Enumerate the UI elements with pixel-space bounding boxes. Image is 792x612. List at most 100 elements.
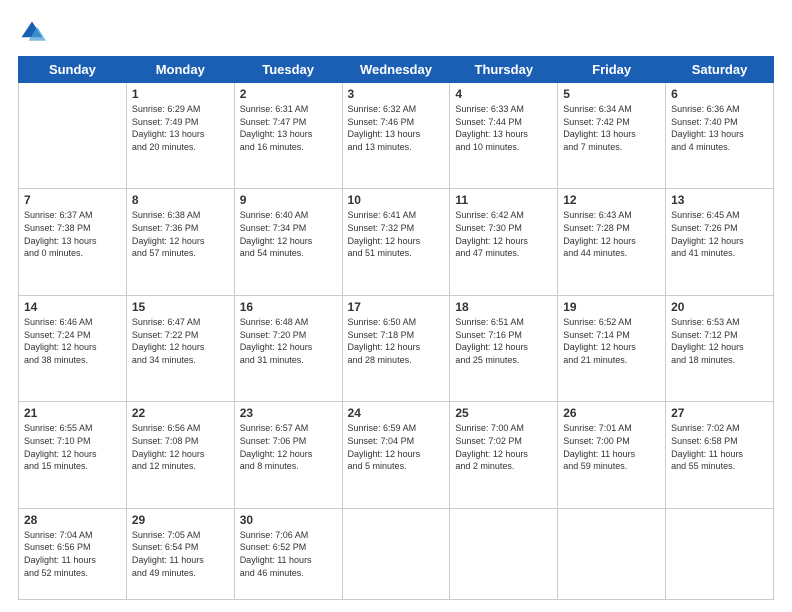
day-info: Sunrise: 6:29 AM Sunset: 7:49 PM Dayligh… bbox=[132, 103, 229, 153]
day-info: Sunrise: 6:41 AM Sunset: 7:32 PM Dayligh… bbox=[348, 209, 445, 259]
day-number: 8 bbox=[132, 193, 229, 207]
week-row-1: 1Sunrise: 6:29 AM Sunset: 7:49 PM Daylig… bbox=[19, 83, 774, 189]
day-info: Sunrise: 6:33 AM Sunset: 7:44 PM Dayligh… bbox=[455, 103, 552, 153]
logo-icon bbox=[18, 18, 46, 46]
weekday-header-tuesday: Tuesday bbox=[234, 57, 342, 83]
calendar-cell: 9 Sunrise: 6:40 AM Sunset: 7:34 PM Daylig… bbox=[234, 189, 342, 295]
weekday-header-friday: Friday bbox=[558, 57, 666, 83]
day-number: 15 bbox=[132, 300, 229, 314]
day-number: 17 bbox=[348, 300, 445, 314]
day-number: 16 bbox=[240, 300, 337, 314]
day-number: 20 bbox=[671, 300, 768, 314]
calendar-cell bbox=[342, 508, 450, 599]
week-row-3: 14 Sunrise: 6:46 AM Sunset: 7:24 PM Dayli… bbox=[19, 295, 774, 401]
day-info: Sunrise: 6:59 AM Sunset: 7:04 PM Dayligh… bbox=[348, 422, 445, 472]
day-number: 13 bbox=[671, 193, 768, 207]
day-number: 9 bbox=[240, 193, 337, 207]
day-info: Sunrise: 7:04 AM Sunset: 6:56 PM Dayligh… bbox=[24, 529, 121, 579]
day-number: 12 bbox=[563, 193, 660, 207]
day-info: Sunrise: 6:43 AM Sunset: 7:28 PM Dayligh… bbox=[563, 209, 660, 259]
weekday-header-row: SundayMondayTuesdayWednesdayThursdayFrid… bbox=[19, 57, 774, 83]
day-number: 5 bbox=[563, 87, 660, 101]
calendar-cell: 13 Sunrise: 6:45 AM Sunset: 7:26 PM Dayli… bbox=[666, 189, 774, 295]
day-number: 21 bbox=[24, 406, 121, 420]
weekday-header-thursday: Thursday bbox=[450, 57, 558, 83]
calendar-cell: 18Sunrise: 6:51 AM Sunset: 7:16 PM Dayli… bbox=[450, 295, 558, 401]
weekday-header-saturday: Saturday bbox=[666, 57, 774, 83]
calendar-cell: 25 Sunrise: 7:00 AM Sunset: 7:02 PM Dayli… bbox=[450, 402, 558, 508]
calendar-cell: 21Sunrise: 6:55 AM Sunset: 7:10 PM Dayli… bbox=[19, 402, 127, 508]
day-info: Sunrise: 6:50 AM Sunset: 7:18 PM Dayligh… bbox=[348, 316, 445, 366]
week-row-4: 21Sunrise: 6:55 AM Sunset: 7:10 PM Dayli… bbox=[19, 402, 774, 508]
day-number: 29 bbox=[132, 513, 229, 527]
calendar-cell: 1Sunrise: 6:29 AM Sunset: 7:49 PM Daylig… bbox=[126, 83, 234, 189]
calendar-cell: 29Sunrise: 7:05 AM Sunset: 6:54 PM Dayli… bbox=[126, 508, 234, 599]
day-number: 25 bbox=[455, 406, 552, 420]
day-info: Sunrise: 7:02 AM Sunset: 6:58 PM Dayligh… bbox=[671, 422, 768, 472]
calendar-cell bbox=[666, 508, 774, 599]
day-info: Sunrise: 6:34 AM Sunset: 7:42 PM Dayligh… bbox=[563, 103, 660, 153]
calendar-cell: 23 Sunrise: 6:57 AM Sunset: 7:06 PM Dayli… bbox=[234, 402, 342, 508]
calendar-cell: 7 Sunrise: 6:37 AM Sunset: 7:38 PM Daylig… bbox=[19, 189, 127, 295]
day-number: 14 bbox=[24, 300, 121, 314]
calendar-cell: 19Sunrise: 6:52 AM Sunset: 7:14 PM Dayli… bbox=[558, 295, 666, 401]
day-number: 18 bbox=[455, 300, 552, 314]
day-info: Sunrise: 6:52 AM Sunset: 7:14 PM Dayligh… bbox=[563, 316, 660, 366]
day-info: Sunrise: 6:32 AM Sunset: 7:46 PM Dayligh… bbox=[348, 103, 445, 153]
day-number: 6 bbox=[671, 87, 768, 101]
day-info: Sunrise: 6:47 AM Sunset: 7:22 PM Dayligh… bbox=[132, 316, 229, 366]
calendar-cell: 11 Sunrise: 6:42 AM Sunset: 7:30 PM Dayli… bbox=[450, 189, 558, 295]
day-number: 10 bbox=[348, 193, 445, 207]
day-number: 24 bbox=[348, 406, 445, 420]
day-number: 2 bbox=[240, 87, 337, 101]
calendar-cell: 4 Sunrise: 6:33 AM Sunset: 7:44 PM Daylig… bbox=[450, 83, 558, 189]
weekday-header-monday: Monday bbox=[126, 57, 234, 83]
calendar-cell bbox=[19, 83, 127, 189]
day-number: 27 bbox=[671, 406, 768, 420]
calendar-cell: 14 Sunrise: 6:46 AM Sunset: 7:24 PM Dayli… bbox=[19, 295, 127, 401]
day-info: Sunrise: 7:00 AM Sunset: 7:02 PM Dayligh… bbox=[455, 422, 552, 472]
day-number: 7 bbox=[24, 193, 121, 207]
calendar-cell: 2 Sunrise: 6:31 AM Sunset: 7:47 PM Daylig… bbox=[234, 83, 342, 189]
header bbox=[18, 18, 774, 46]
calendar-cell: 8Sunrise: 6:38 AM Sunset: 7:36 PM Daylig… bbox=[126, 189, 234, 295]
calendar-cell: 5 Sunrise: 6:34 AM Sunset: 7:42 PM Daylig… bbox=[558, 83, 666, 189]
calendar-cell: 28 Sunrise: 7:04 AM Sunset: 6:56 PM Dayli… bbox=[19, 508, 127, 599]
calendar-cell: 22 Sunrise: 6:56 AM Sunset: 7:08 PM Dayli… bbox=[126, 402, 234, 508]
day-info: Sunrise: 6:37 AM Sunset: 7:38 PM Dayligh… bbox=[24, 209, 121, 259]
calendar-table: SundayMondayTuesdayWednesdayThursdayFrid… bbox=[18, 56, 774, 600]
calendar-cell: 27 Sunrise: 7:02 AM Sunset: 6:58 PM Dayli… bbox=[666, 402, 774, 508]
calendar-cell bbox=[558, 508, 666, 599]
day-info: Sunrise: 6:31 AM Sunset: 7:47 PM Dayligh… bbox=[240, 103, 337, 153]
day-number: 3 bbox=[348, 87, 445, 101]
calendar-cell: 30 Sunrise: 7:06 AM Sunset: 6:52 PM Dayli… bbox=[234, 508, 342, 599]
calendar-cell: 16 Sunrise: 6:48 AM Sunset: 7:20 PM Dayli… bbox=[234, 295, 342, 401]
day-number: 26 bbox=[563, 406, 660, 420]
calendar-cell: 17 Sunrise: 6:50 AM Sunset: 7:18 PM Dayli… bbox=[342, 295, 450, 401]
calendar-cell: 26Sunrise: 7:01 AM Sunset: 7:00 PM Dayli… bbox=[558, 402, 666, 508]
calendar-cell bbox=[450, 508, 558, 599]
calendar-cell: 15 Sunrise: 6:47 AM Sunset: 7:22 PM Dayli… bbox=[126, 295, 234, 401]
calendar-cell: 3 Sunrise: 6:32 AM Sunset: 7:46 PM Daylig… bbox=[342, 83, 450, 189]
day-number: 4 bbox=[455, 87, 552, 101]
calendar-cell: 10 Sunrise: 6:41 AM Sunset: 7:32 PM Dayli… bbox=[342, 189, 450, 295]
calendar-cell: 20Sunrise: 6:53 AM Sunset: 7:12 PM Dayli… bbox=[666, 295, 774, 401]
day-info: Sunrise: 6:42 AM Sunset: 7:30 PM Dayligh… bbox=[455, 209, 552, 259]
page: SundayMondayTuesdayWednesdayThursdayFrid… bbox=[0, 0, 792, 612]
day-number: 30 bbox=[240, 513, 337, 527]
day-info: Sunrise: 6:57 AM Sunset: 7:06 PM Dayligh… bbox=[240, 422, 337, 472]
day-info: Sunrise: 6:46 AM Sunset: 7:24 PM Dayligh… bbox=[24, 316, 121, 366]
day-number: 22 bbox=[132, 406, 229, 420]
weekday-header-sunday: Sunday bbox=[19, 57, 127, 83]
day-number: 11 bbox=[455, 193, 552, 207]
week-row-5: 28 Sunrise: 7:04 AM Sunset: 6:56 PM Dayli… bbox=[19, 508, 774, 599]
day-info: Sunrise: 7:06 AM Sunset: 6:52 PM Dayligh… bbox=[240, 529, 337, 579]
day-info: Sunrise: 6:45 AM Sunset: 7:26 PM Dayligh… bbox=[671, 209, 768, 259]
calendar-cell: 24 Sunrise: 6:59 AM Sunset: 7:04 PM Dayli… bbox=[342, 402, 450, 508]
day-info: Sunrise: 6:40 AM Sunset: 7:34 PM Dayligh… bbox=[240, 209, 337, 259]
day-number: 28 bbox=[24, 513, 121, 527]
day-info: Sunrise: 6:48 AM Sunset: 7:20 PM Dayligh… bbox=[240, 316, 337, 366]
day-number: 23 bbox=[240, 406, 337, 420]
day-info: Sunrise: 6:56 AM Sunset: 7:08 PM Dayligh… bbox=[132, 422, 229, 472]
weekday-header-wednesday: Wednesday bbox=[342, 57, 450, 83]
